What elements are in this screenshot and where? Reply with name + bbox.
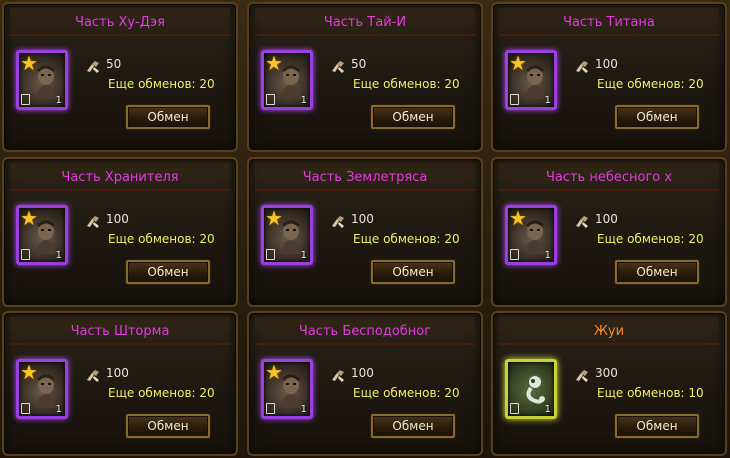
remaining-exchanges: Еще обменов: 20	[108, 386, 215, 400]
remaining-exchanges: Еще обменов: 20	[353, 232, 460, 246]
exchange-cost: 100	[106, 366, 129, 380]
item-slot[interactable]: ★ 1	[261, 50, 313, 110]
item-slot[interactable]: ★ 1	[16, 359, 68, 419]
item-slot[interactable]: 1	[505, 359, 557, 419]
exchange-button[interactable]: Обмен	[126, 105, 210, 129]
star-icon: ★	[20, 51, 38, 75]
remaining-exchanges: Еще обменов: 20	[597, 232, 704, 246]
item-count: 1	[300, 95, 307, 106]
item-slot[interactable]: ★ 1	[16, 205, 68, 265]
exchange-cost: 50	[351, 57, 367, 71]
exchange-cost: 100	[595, 57, 618, 71]
exchange-material-icon	[86, 367, 100, 382]
remaining-exchanges: Еще обменов: 20	[108, 232, 215, 246]
star-icon: ★	[265, 51, 283, 75]
star-icon: ★	[509, 206, 527, 230]
exchange-cost: 100	[595, 212, 618, 226]
bound-lock-icon	[21, 403, 30, 414]
item-slot[interactable]: ★ 1	[261, 205, 313, 265]
exchange-card: Часть Хранителя ★ 1 100 Еще обменов: 20 Обмен	[2, 157, 238, 307]
item-count: 1	[300, 250, 307, 261]
card-title: Часть Шторма	[70, 324, 170, 339]
exchange-material-icon	[86, 58, 100, 73]
exchange-material-icon	[575, 367, 589, 382]
item-count: 1	[544, 250, 551, 261]
bound-lock-icon	[510, 249, 519, 260]
star-icon: ★	[20, 360, 38, 384]
exchange-button[interactable]: Обмен	[371, 105, 455, 129]
bound-lock-icon	[266, 94, 275, 105]
exchange-material-icon	[575, 58, 589, 73]
exchange-button[interactable]: Обмен	[371, 260, 455, 284]
exchange-card: Часть Титана ★ 1 100 Еще обменов: 20 Обмен	[491, 2, 727, 152]
exchange-card: Часть Землетряса ★ 1 100 Еще обменов: 20 Обме…	[247, 157, 483, 307]
item-count: 1	[300, 404, 307, 415]
exchange-cost: 100	[351, 212, 374, 226]
exchange-material-icon	[575, 213, 589, 228]
exchange-button[interactable]: Обмен	[615, 414, 699, 438]
card-title: Часть небесного х	[545, 170, 673, 185]
item-count: 1	[55, 404, 62, 415]
exchange-button[interactable]: Обмен	[371, 414, 455, 438]
exchange-cost: 100	[106, 212, 129, 226]
bound-lock-icon	[266, 249, 275, 260]
exchange-button[interactable]: Обмен	[615, 260, 699, 284]
remaining-exchanges: Еще обменов: 20	[108, 77, 215, 91]
item-count: 1	[55, 250, 62, 261]
exchange-material-icon	[86, 213, 100, 228]
card-title: Часть Ху-Дэя	[75, 15, 165, 30]
bound-lock-icon	[510, 403, 519, 414]
remaining-exchanges: Еще обменов: 20	[353, 386, 460, 400]
item-slot[interactable]: ★ 1	[505, 205, 557, 265]
remaining-exchanges: Еще обменов: 20	[597, 77, 704, 91]
exchange-button[interactable]: Обмен	[615, 105, 699, 129]
item-count: 1	[55, 95, 62, 106]
star-icon: ★	[509, 51, 527, 75]
card-title: Часть Бесподобног	[298, 324, 432, 339]
item-count: 1	[544, 404, 551, 415]
exchange-card: Часть небесного х ★ 1 100 Еще обменов: 20 Обм…	[491, 157, 727, 307]
exchange-card: Часть Ху-Дэя ★ 1 50 Еще обменов: 20 Обмен	[2, 2, 238, 152]
remaining-exchanges: Еще обменов: 10	[597, 386, 704, 400]
bound-lock-icon	[510, 94, 519, 105]
star-icon: ★	[265, 206, 283, 230]
item-slot[interactable]: ★ 1	[16, 50, 68, 110]
exchange-card: Жуи 1 300 Еще обменов: 10 Обмен	[491, 311, 727, 456]
bound-lock-icon	[21, 94, 30, 105]
card-title: Жуи	[593, 324, 625, 339]
exchange-material-icon	[331, 367, 345, 382]
bound-lock-icon	[266, 403, 275, 414]
card-title: Часть Хранителя	[61, 170, 179, 185]
star-icon: ★	[20, 206, 38, 230]
exchange-card: Часть Тай-И ★ 1 50 Еще обменов: 20 Обмен	[247, 2, 483, 152]
item-count: 1	[544, 95, 551, 106]
exchange-material-icon	[331, 58, 345, 73]
exchange-button[interactable]: Обмен	[126, 260, 210, 284]
remaining-exchanges: Еще обменов: 20	[353, 77, 460, 91]
bound-lock-icon	[21, 249, 30, 260]
exchange-cost: 100	[351, 366, 374, 380]
star-icon: ★	[265, 360, 283, 384]
card-title: Часть Титана	[563, 15, 655, 30]
item-slot[interactable]: ★ 1	[261, 359, 313, 419]
card-title: Часть Тай-И	[323, 15, 407, 30]
exchange-cost: 50	[106, 57, 122, 71]
exchange-button[interactable]: Обмен	[126, 414, 210, 438]
exchange-card: Часть Бесподобног ★ 1 100 Еще обменов: 20 Обм…	[247, 311, 483, 456]
exchange-card: Часть Шторма ★ 1 100 Еще обменов: 20 Обмен	[2, 311, 238, 456]
ruyi-scepter-icon	[521, 372, 549, 408]
item-slot[interactable]: ★ 1	[505, 50, 557, 110]
exchange-cost: 300	[595, 366, 618, 380]
card-title: Часть Землетряса	[302, 170, 428, 185]
exchange-material-icon	[331, 213, 345, 228]
